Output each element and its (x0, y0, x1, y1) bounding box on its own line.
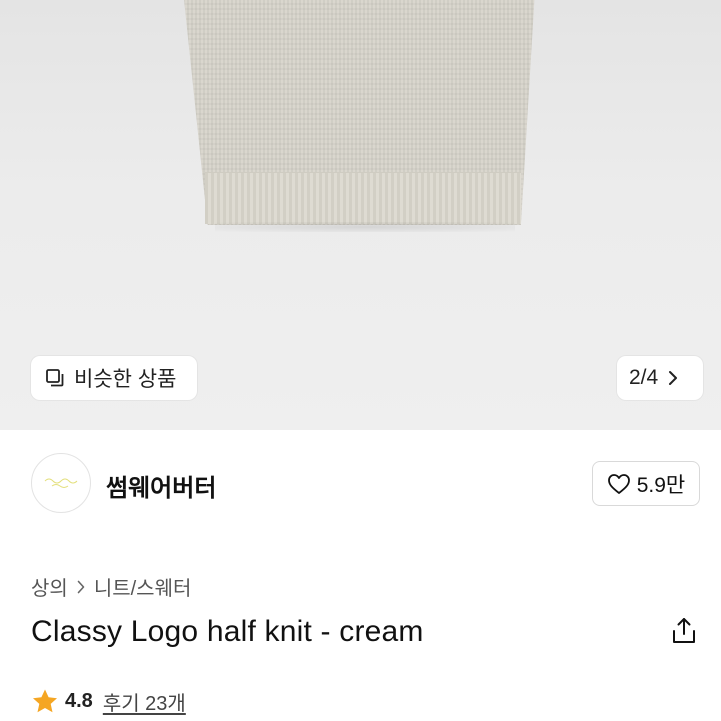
similar-products-button[interactable]: 비슷한 상품 (31, 356, 197, 400)
chevron-right-icon (669, 371, 678, 385)
copy-icon (46, 369, 64, 387)
breadcrumb: 상의 니트/스웨터 (31, 572, 191, 601)
rating-score: 4.8 (65, 690, 93, 712)
product-photo-rib-hem (205, 172, 521, 224)
chevron-right-icon (77, 580, 85, 594)
store-name[interactable]: 썸웨어버터 (106, 468, 216, 503)
like-count: 5.9만 (636, 473, 686, 497)
store-logo-icon (44, 478, 78, 488)
heart-icon (607, 473, 630, 494)
store-avatar[interactable] (31, 453, 91, 513)
rating-summary: 4.8 후기 23개 (31, 687, 186, 716)
share-icon (673, 618, 695, 643)
breadcrumb-item-top[interactable]: 상의 (31, 572, 68, 601)
product-image-carousel[interactable]: 비슷한 상품 2/4 (0, 0, 721, 430)
share-button[interactable] (669, 616, 699, 651)
breadcrumb-item-knit[interactable]: 니트/스웨터 (94, 572, 192, 601)
like-button[interactable]: 5.9만 (592, 461, 700, 506)
review-count-link[interactable]: 후기 23개 (103, 687, 186, 716)
product-photo-shadow (215, 222, 515, 232)
similar-products-label: 비슷한 상품 (74, 368, 177, 391)
image-counter-button[interactable]: 2/4 (617, 356, 703, 400)
image-counter: 2/4 (629, 366, 659, 389)
star-icon (33, 689, 57, 713)
product-title: Classy Logo half knit - cream (31, 615, 424, 648)
